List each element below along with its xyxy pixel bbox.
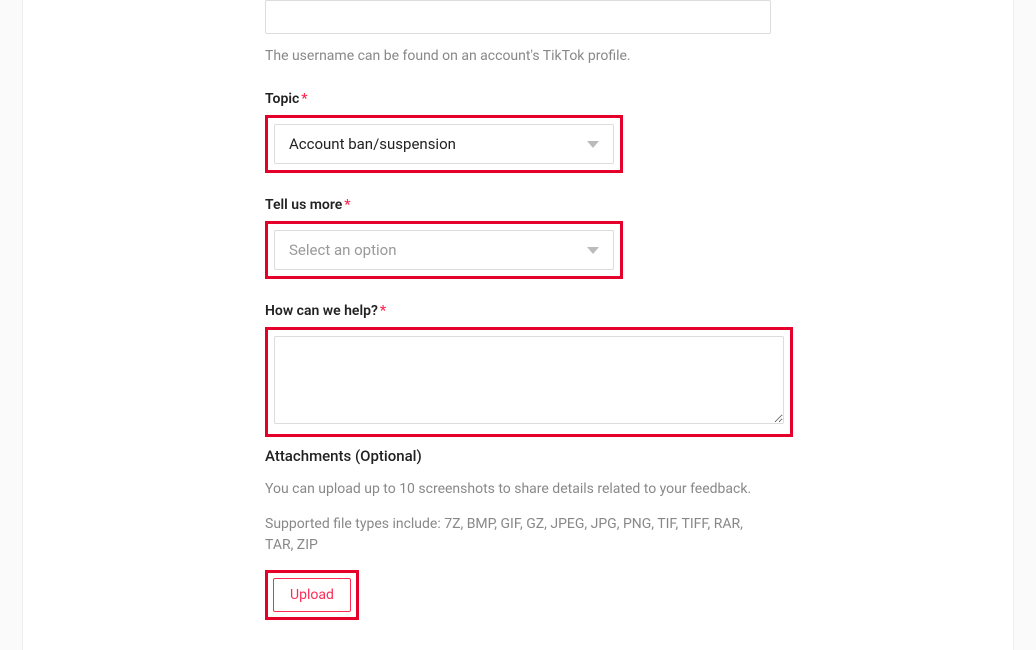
tell-us-more-label: Tell us more*: [265, 197, 771, 213]
required-marker: *: [380, 303, 386, 319]
tell-us-more-placeholder: Select an option: [289, 241, 587, 259]
required-marker: *: [344, 197, 350, 213]
tell-us-more-highlight: Select an option: [265, 221, 623, 279]
username-input[interactable]: [265, 0, 771, 34]
topic-label: Topic*: [265, 91, 771, 107]
attachments-info-2: Supported file types include: 7Z, BMP, G…: [265, 514, 771, 556]
topic-select[interactable]: Account ban/suspension: [274, 124, 614, 164]
how-help-highlight: [265, 327, 793, 437]
upload-button[interactable]: Upload: [273, 578, 351, 612]
how-help-label: How can we help?*: [265, 303, 771, 319]
attachments-info-1: You can upload up to 10 screenshots to s…: [265, 479, 771, 500]
topic-highlight: Account ban/suspension: [265, 115, 623, 173]
form-card: The username can be found on an account'…: [22, 0, 1014, 650]
chevron-down-icon: [587, 141, 599, 148]
username-help-text: The username can be found on an account'…: [265, 46, 771, 67]
attachments-heading: Attachments (Optional): [265, 447, 771, 465]
upload-highlight: Upload: [265, 570, 359, 620]
tell-us-more-select[interactable]: Select an option: [274, 230, 614, 270]
chevron-down-icon: [587, 247, 599, 254]
how-help-textarea[interactable]: [274, 336, 784, 424]
topic-select-value: Account ban/suspension: [289, 135, 587, 153]
required-marker: *: [301, 91, 307, 107]
